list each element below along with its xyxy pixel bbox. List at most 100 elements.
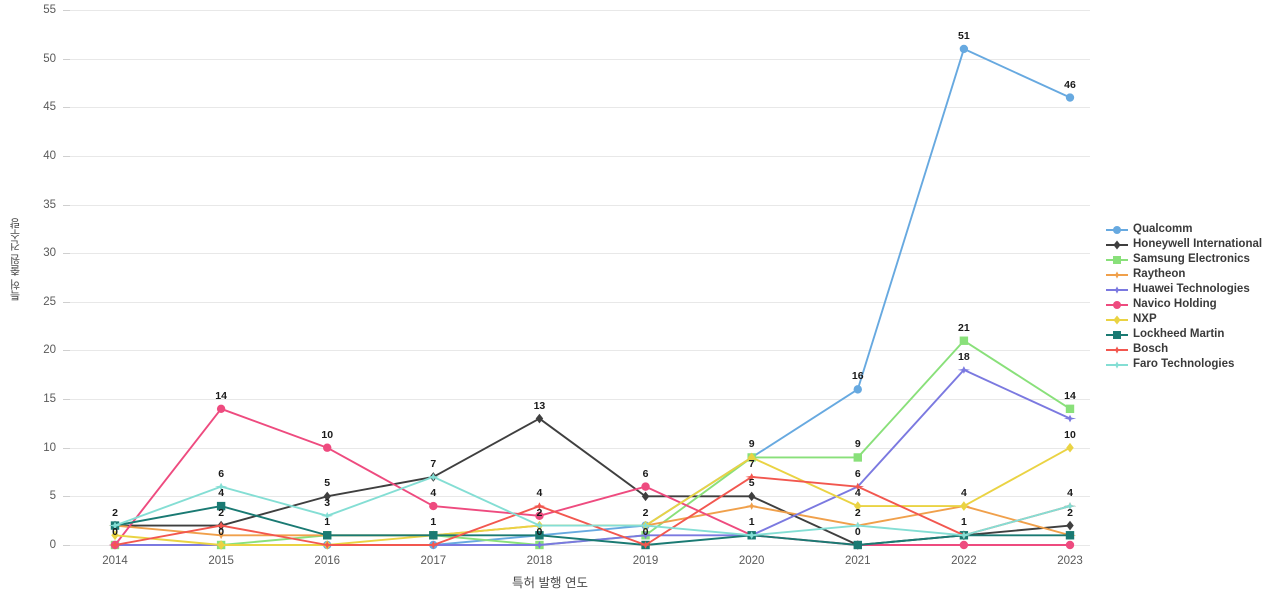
data-point-marker xyxy=(429,501,438,511)
y-tick-mark xyxy=(63,155,70,157)
y-tick-mark xyxy=(63,10,70,11)
data-point-marker xyxy=(747,491,756,502)
series-navico-holding xyxy=(110,404,1075,550)
data-point-marker xyxy=(108,541,122,549)
data-point-marker xyxy=(959,44,969,54)
data-point-marker xyxy=(745,502,758,510)
data-point-marker xyxy=(1065,404,1075,414)
series-qualcomm xyxy=(110,44,1075,550)
data-point-marker xyxy=(321,541,334,549)
data-point-marker xyxy=(533,502,546,510)
legend-label: Bosch xyxy=(1133,343,1169,355)
x-tick-label: 2014 xyxy=(102,555,128,567)
y-tick-label: 50 xyxy=(43,52,56,65)
x-axis-title: 특허 발행 연도 xyxy=(512,576,588,590)
legend-label: NXP xyxy=(1133,313,1157,325)
data-point-marker xyxy=(853,385,862,394)
data-point-marker xyxy=(1065,540,1075,550)
legend: Qualcomm Honeywell International Samsung E… xyxy=(1106,222,1278,372)
legend-item-samsung-electronics[interactable]: Samsung Electronics xyxy=(1106,252,1278,267)
legend-item-nxp[interactable]: NXP xyxy=(1106,312,1278,327)
data-point-marker xyxy=(1111,270,1123,279)
line-chart: 특허 출원 건수량 특허 발행 연도 2 0 14 6 4 2 0 10 5 3 1 7 4 1 13 4 2 0… xyxy=(0,0,1280,600)
y-tick-mark xyxy=(63,545,70,546)
data-point-marker xyxy=(641,491,650,502)
legend-marker-icon xyxy=(1106,313,1128,327)
series-honeywell-international xyxy=(111,413,1074,550)
series-line xyxy=(115,47,1071,546)
y-tick-mark xyxy=(63,253,70,255)
plot-area: 2 0 14 6 4 2 0 10 5 3 1 7 4 1 13 4 2 0 6 2 0 9 7 5 1 16 9 6 4 2 0 51 21 1… xyxy=(70,10,1090,550)
series-samsung-electronics xyxy=(110,336,1075,550)
y-tick-mark xyxy=(63,301,70,303)
x-tick-label: 2023 xyxy=(1057,555,1083,567)
data-point-marker xyxy=(535,511,544,521)
series-lines xyxy=(108,44,1077,550)
data-point-marker xyxy=(959,540,969,550)
legend-label: Honeywell International xyxy=(1133,238,1263,250)
y-tick-label: 40 xyxy=(43,149,56,162)
data-point-marker xyxy=(960,501,968,511)
data-point-marker xyxy=(1111,285,1123,294)
data-point-marker xyxy=(1113,330,1121,339)
y-tick-mark xyxy=(63,399,70,401)
data-point-marker xyxy=(111,530,119,541)
data-point-marker xyxy=(1066,442,1074,453)
data-point-marker xyxy=(535,413,544,424)
x-tick-label: 2022 xyxy=(951,555,977,567)
data-point-marker xyxy=(1113,300,1121,309)
legend-marker-icon xyxy=(1106,238,1128,252)
y-tick-mark xyxy=(63,107,70,109)
legend-item-faro-technologies[interactable]: Faro Technologies xyxy=(1106,357,1278,372)
data-point-marker xyxy=(1113,255,1121,264)
legend-marker-icon xyxy=(1106,253,1128,267)
data-point-marker xyxy=(214,482,228,491)
legend-label: Faro Technologies xyxy=(1133,358,1235,370)
y-tick-label: 55 xyxy=(43,4,56,16)
y-tick-label: 20 xyxy=(43,344,56,357)
data-point-marker xyxy=(851,521,864,530)
legend-label: Lockheed Martin xyxy=(1133,328,1225,340)
data-point-marker xyxy=(1113,225,1121,234)
y-tick-label: 10 xyxy=(43,441,56,454)
legend-item-navico-holding[interactable]: Navico Holding xyxy=(1106,297,1278,312)
legend-marker-icon xyxy=(1106,328,1128,342)
data-point-marker xyxy=(214,521,228,530)
y-axis-title: 특허 출원 건수량 xyxy=(10,218,22,302)
y-tick-label: 25 xyxy=(43,295,56,308)
data-point-marker xyxy=(1066,520,1074,531)
data-point-marker xyxy=(1065,93,1075,102)
data-point-marker xyxy=(535,531,544,540)
data-point-marker xyxy=(1113,239,1121,250)
legend-item-honeywell-international[interactable]: Honeywell International xyxy=(1106,237,1278,252)
legend-label: Navico Holding xyxy=(1133,298,1217,310)
data-point-marker xyxy=(323,443,332,452)
y-tick-label: 0 xyxy=(49,539,56,551)
data-point-marker xyxy=(216,404,226,414)
data-point-marker xyxy=(641,482,650,491)
legend-item-qualcomm[interactable]: Qualcomm xyxy=(1106,222,1278,237)
data-point-marker xyxy=(429,531,438,540)
legend-label: Qualcomm xyxy=(1133,223,1193,235)
data-point-marker xyxy=(1111,360,1123,369)
x-tick-label: 2019 xyxy=(632,555,659,567)
y-tick-mark xyxy=(63,204,70,206)
data-point-marker xyxy=(854,501,862,511)
data-point-marker xyxy=(321,511,334,520)
x-tick-label: 2018 xyxy=(526,555,553,567)
legend-item-lockheed-martin[interactable]: Lockheed Martin xyxy=(1106,327,1278,342)
legend-marker-icon xyxy=(1106,283,1128,297)
legend-marker-icon xyxy=(1106,268,1128,282)
legend-label: Samsung Electronics xyxy=(1133,253,1250,265)
legend-item-huawei-technologies[interactable]: Huawei Technologies xyxy=(1106,282,1278,297)
y-tick-label: 45 xyxy=(43,101,56,114)
y-tick-mark xyxy=(63,58,70,60)
data-point-marker xyxy=(1065,531,1075,540)
y-tick-label: 5 xyxy=(49,490,56,503)
y-tick-label: 30 xyxy=(43,247,56,260)
data-point-marker xyxy=(853,540,862,550)
y-tick-mark xyxy=(63,447,70,449)
legend-item-bosch[interactable]: Bosch xyxy=(1106,342,1278,357)
legend-item-raytheon[interactable]: Raytheon xyxy=(1106,267,1278,282)
x-tick-label: 2017 xyxy=(420,555,447,567)
